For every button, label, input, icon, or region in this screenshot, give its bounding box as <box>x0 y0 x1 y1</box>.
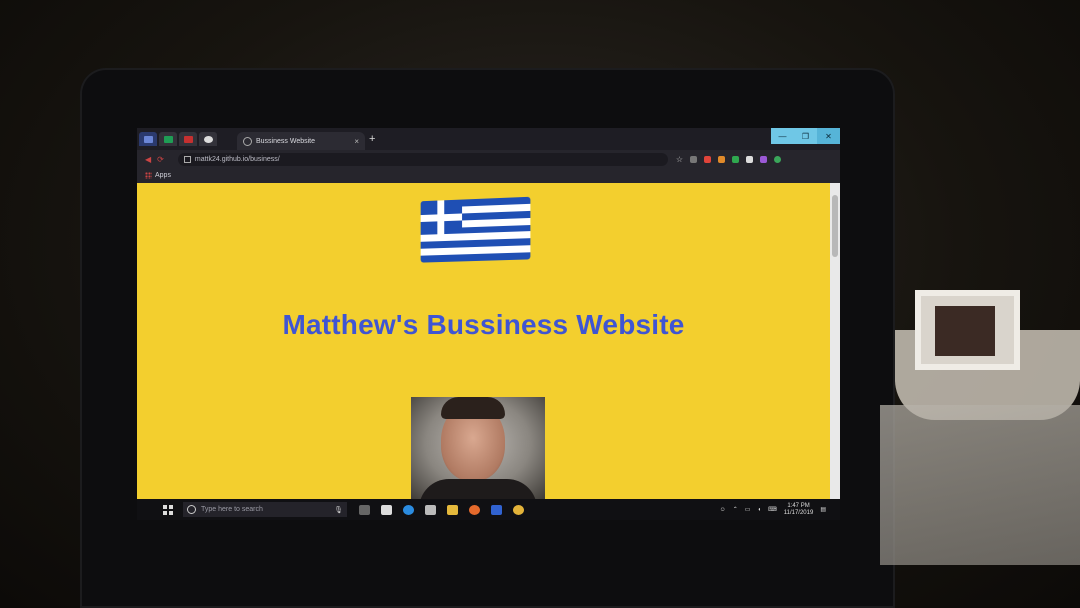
webcam-overlay <box>411 397 545 499</box>
star-icon[interactable]: ☆ <box>676 155 683 164</box>
browser-tab-bar: Bussiness Website × + — ❐ ✕ <box>137 128 840 150</box>
nav-buttons: ◀ ⟳ <box>145 155 164 164</box>
clock-time: 1:47 PM <box>787 502 810 509</box>
pinned-tab-4[interactable] <box>199 132 217 146</box>
maximize-button[interactable]: ❐ <box>794 128 817 144</box>
extension-icon-2[interactable] <box>704 155 712 163</box>
reload-icon[interactable]: ⟳ <box>157 155 164 164</box>
page-viewport: Matthew's Bussiness Website <box>137 183 840 499</box>
mail-icon[interactable] <box>425 504 436 515</box>
task-view-icon[interactable] <box>359 504 370 515</box>
tab-title: Bussiness Website <box>256 137 316 145</box>
system-tray: ☺ ⌃ ▭ ◖ ⌨ 1:47 PM 11/17/2019 ▤ <box>720 503 826 517</box>
keyboard-icon[interactable]: ⌨ <box>768 506 777 513</box>
tab-close-icon[interactable]: × <box>354 137 359 146</box>
bookmarks-bar: Apps <box>137 168 840 183</box>
taskbar-apps <box>359 504 524 515</box>
tab-bussiness-website[interactable]: Bussiness Website × <box>237 132 365 150</box>
back-icon[interactable]: ◀ <box>145 155 151 164</box>
new-tab-button[interactable]: + <box>369 133 375 145</box>
search-placeholder: Type here to search <box>201 506 263 513</box>
firefox-icon[interactable] <box>469 504 480 515</box>
edge-icon[interactable] <box>403 504 414 515</box>
greece-flag-image <box>420 196 531 263</box>
background-photo-frame <box>915 290 1020 370</box>
windows-start-icon[interactable] <box>163 504 173 515</box>
profile-avatar[interactable] <box>774 155 782 163</box>
extension-icons: ☆ <box>676 155 782 164</box>
clock-date: 11/17/2019 <box>783 509 814 516</box>
close-window-button[interactable]: ✕ <box>817 128 840 144</box>
chrome-icon[interactable] <box>513 504 524 515</box>
app-icon-blue[interactable] <box>491 504 502 515</box>
page-title: Matthew's Bussiness Website <box>282 309 685 340</box>
laptop-screen: Bussiness Website × + — ❐ ✕ ◀ ⟳ mattk24.… <box>137 128 840 520</box>
microphone-icon[interactable]: 🎙 <box>334 506 343 514</box>
pinned-tab-1[interactable] <box>139 132 157 146</box>
pinned-tab-2[interactable] <box>159 132 177 146</box>
globe-icon <box>243 136 252 146</box>
extension-icon-6[interactable] <box>760 155 768 163</box>
pinned-tabs <box>139 132 217 148</box>
file-explorer-icon[interactable] <box>447 504 458 515</box>
window-controls: — ❐ ✕ <box>771 128 840 144</box>
cortana-icon <box>187 505 196 514</box>
network-icon[interactable]: ▭ <box>745 506 751 513</box>
windows-taskbar: Type here to search 🎙 ☺ ⌃ ▭ ◖ ⌨ 1:47 PM … <box>137 499 840 520</box>
notifications-icon[interactable]: ▤ <box>820 506 826 513</box>
pinned-tab-3[interactable] <box>179 132 197 146</box>
background-papers <box>880 405 1080 565</box>
extension-icon-5[interactable] <box>746 155 754 163</box>
extension-icon-3[interactable] <box>718 155 726 163</box>
taskbar-clock[interactable]: 1:47 PM 11/17/2019 <box>784 503 814 517</box>
address-bar[interactable]: mattk24.github.io/business/ <box>177 152 668 166</box>
minimize-button[interactable]: — <box>771 128 794 144</box>
scrollbar-thumb[interactable] <box>832 195 838 257</box>
page-scrollbar[interactable] <box>830 183 840 499</box>
chevron-up-icon[interactable]: ⌃ <box>733 506 738 513</box>
people-icon[interactable]: ☺ <box>720 507 726 513</box>
taskbar-search-box[interactable]: Type here to search 🎙 <box>183 502 347 517</box>
extension-icon-1[interactable] <box>690 155 698 163</box>
bookmark-apps[interactable]: Apps <box>155 172 171 179</box>
url-text: mattk24.github.io/business/ <box>194 155 280 163</box>
browser-toolbar: ◀ ⟳ mattk24.github.io/business/ ☆ <box>137 150 840 168</box>
extension-icon-4[interactable] <box>732 155 740 163</box>
volume-icon[interactable]: ◖ <box>757 507 761 513</box>
apps-grid-icon <box>145 172 152 179</box>
store-icon[interactable] <box>381 504 392 515</box>
lock-icon <box>183 155 191 163</box>
